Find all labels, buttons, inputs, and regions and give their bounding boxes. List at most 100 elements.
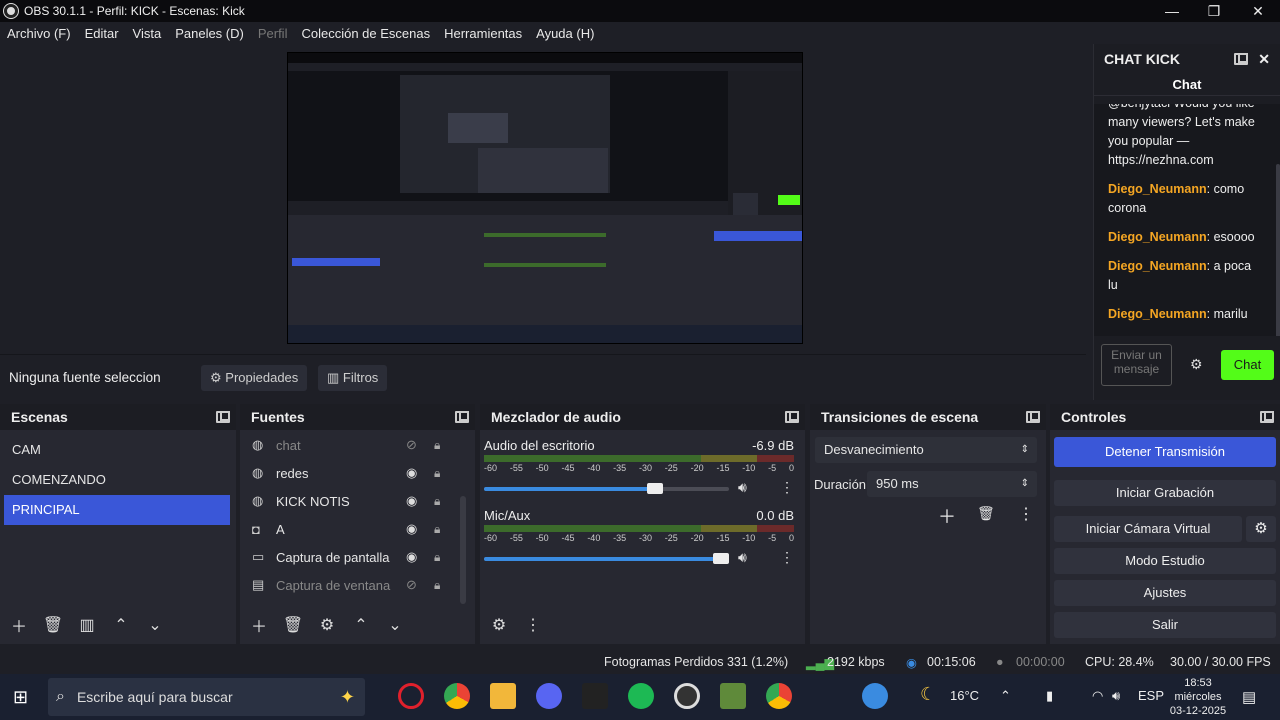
volume-slider[interactable] [484,483,729,494]
eye-hidden-icon[interactable]: ⊘ [406,437,417,453]
move-up-icon[interactable]: ⌃ [106,612,136,638]
source-item[interactable]: ◍ KICK NOTIS ◉ 🔒︎ [240,487,475,515]
undock-icon[interactable] [785,411,799,423]
add-icon[interactable]: ＋ [244,612,274,638]
speaker-icon[interactable]: 🔊︎ [738,549,747,566]
battery-icon[interactable]: ▮ [1046,688,1053,704]
source-item[interactable]: ▭ Captura de pantalla ◉ 🔒︎ [240,543,475,571]
notifications-icon[interactable]: ▤ [1242,688,1256,706]
virtual-camera-settings-button[interactable]: ⚙ [1246,516,1276,542]
stop-stream-button[interactable]: Detener Transmisión [1054,437,1276,467]
lock-icon[interactable]: 🔒︎ [434,438,440,453]
exit-button[interactable]: Salir [1054,612,1276,638]
menu-vista[interactable]: Vista [126,26,169,41]
more-options-icon[interactable]: ⋮ [518,612,548,638]
more-options-icon[interactable]: ⋮ [780,479,794,496]
spinner-icon[interactable]: ⇕ [1021,471,1029,497]
gear-icon[interactable]: ⚙ [312,612,342,638]
undock-icon[interactable] [455,411,469,423]
file-explorer-icon[interactable] [490,683,516,709]
lock-icon[interactable]: 🔒︎ [434,550,440,565]
filters-button[interactable]: ▥ Filtros [318,365,388,391]
chrome-icon[interactable] [444,683,470,709]
chat-send-button[interactable]: Chat [1221,350,1274,380]
move-down-icon[interactable]: ⌄ [140,612,170,638]
studio-mode-button[interactable]: Modo Estudio [1054,548,1276,574]
trash-icon[interactable]: 🗑 [38,612,68,638]
chat-scrollbar[interactable] [1276,164,1280,364]
undock-icon[interactable] [1234,53,1249,65]
windows-start-icon[interactable]: ⊞ [13,687,28,708]
trash-icon[interactable]: 🗑 [977,505,995,522]
menu-perfil[interactable]: Perfil [251,26,295,41]
scene-item-selected[interactable]: PRINCIPAL [4,495,230,525]
lock-icon[interactable]: 🔒︎ [434,578,440,593]
chat-tab[interactable]: Chat [1094,74,1280,96]
move-up-icon[interactable]: ⌃ [346,612,376,638]
menu-archivo[interactable]: Archivo (F) [0,26,78,41]
eye-icon[interactable]: ◉ [406,465,417,481]
advanced-audio-icon[interactable]: ⚙ [484,612,514,638]
stream-preview[interactable] [287,52,803,344]
volume-icon[interactable]: 🔊︎ [1112,688,1120,704]
scene-item[interactable]: COMENZANDO [0,465,236,495]
language[interactable]: ESP [1138,688,1164,703]
lock-icon[interactable]: 🔒︎ [434,522,440,537]
filter-icon[interactable]: ▥ [72,612,102,638]
start-virtual-camera-button[interactable]: Iniciar Cámara Virtual [1054,516,1242,542]
menu-herramientas[interactable]: Herramientas [437,26,529,41]
volume-slider[interactable] [484,553,729,564]
source-item[interactable]: ◘ A ◉ 🔒︎ [240,515,475,543]
more-options-icon[interactable]: ⋮ [1018,504,1034,524]
move-down-icon[interactable]: ⌄ [380,612,410,638]
opera-icon[interactable] [398,683,424,709]
help-icon[interactable] [862,683,888,709]
epic-games-icon[interactable] [582,683,608,709]
discord-icon[interactable] [536,683,562,709]
eye-icon[interactable]: ◉ [406,493,417,509]
clock[interactable]: 18:53 miércoles 03-12-2025 [1168,676,1228,718]
menu-coleccion-escenas[interactable]: Colección de Escenas [294,26,437,41]
gear-icon[interactable]: ⚙ [1190,356,1203,373]
maximize-button[interactable]: ❐ [1192,0,1236,22]
spotify-icon[interactable] [628,683,654,709]
add-icon[interactable]: ＋ [4,612,34,638]
sources-scrollbar[interactable] [460,496,466,604]
gear-icon: ⚙ [1254,520,1268,537]
close-dock-icon[interactable]: ✕ [1258,51,1270,68]
close-button[interactable]: ✕ [1236,0,1280,22]
chrome-icon[interactable] [766,683,792,709]
taskbar-search[interactable]: ⌕ Escribe aquí para buscar ✦ [48,678,365,716]
settings-button[interactable]: Ajustes [1054,580,1276,606]
lock-icon[interactable]: 🔒︎ [434,466,440,481]
add-icon[interactable]: ＋ [938,503,956,529]
menu-editar[interactable]: Editar [78,26,126,41]
minecraft-icon[interactable] [720,683,746,709]
menu-paneles[interactable]: Paneles (D) [168,26,251,41]
wifi-icon[interactable]: ◠ [1092,688,1103,704]
undock-icon[interactable] [1026,411,1040,423]
obs-taskbar-icon[interactable] [674,683,700,709]
minimize-button[interactable]: — [1150,0,1194,22]
chevron-up-icon[interactable]: ⌃ [1000,688,1011,704]
undock-icon[interactable] [216,411,230,423]
undock-icon[interactable] [1260,411,1274,423]
start-recording-button[interactable]: Iniciar Grabación [1054,480,1276,506]
weather-moon-icon[interactable]: ☾ [920,684,936,705]
eye-icon[interactable]: ◉ [406,521,417,537]
source-item[interactable]: ▤ Captura de ventana ⊘ 🔒︎ [240,571,475,599]
eye-icon[interactable]: ◉ [406,549,417,565]
duration-spinbox[interactable]: 950 ms ⇕ [867,471,1037,497]
transition-select[interactable]: Desvanecimiento ⇕ [815,437,1037,463]
speaker-icon[interactable]: 🔊︎ [738,479,747,496]
properties-button[interactable]: ⚙ Propiedades [201,365,308,391]
menu-ayuda[interactable]: Ayuda (H) [529,26,601,41]
chat-message-input[interactable]: Enviar un mensaje [1101,344,1172,386]
trash-icon[interactable]: 🗑 [278,612,308,638]
source-item[interactable]: ◍ redes ◉ 🔒︎ [240,459,475,487]
source-item[interactable]: ◍ chat ⊘ 🔒︎ [240,431,475,459]
more-options-icon[interactable]: ⋮ [780,549,794,566]
lock-icon[interactable]: 🔒︎ [434,494,440,509]
scene-item[interactable]: CAM [0,435,236,465]
eye-hidden-icon[interactable]: ⊘ [406,577,417,593]
